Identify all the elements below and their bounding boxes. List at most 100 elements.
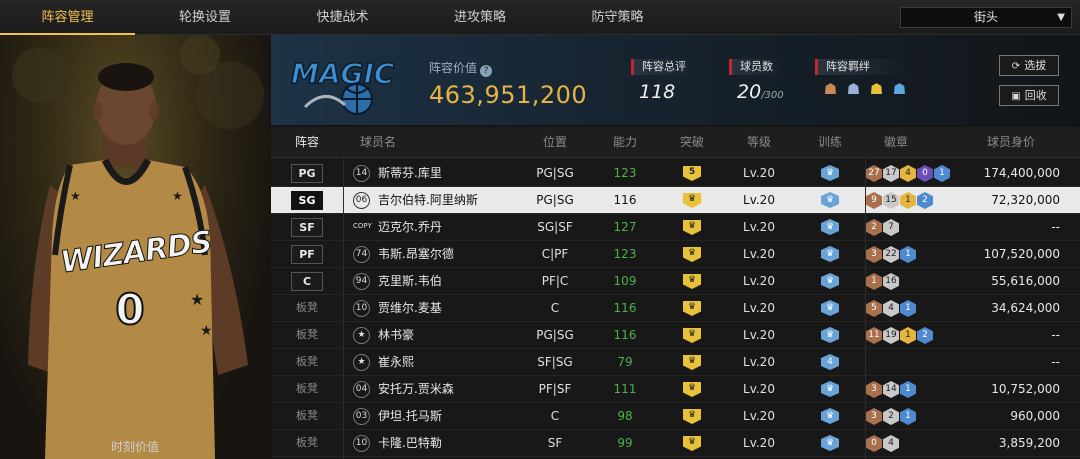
badge-list[interactable]: 1 16	[866, 273, 899, 290]
training-icon[interactable]: ♛	[821, 408, 839, 424]
recycle-button[interactable]: ▣ 回收	[999, 85, 1059, 106]
player-value: 960,000	[1010, 409, 1060, 423]
lineup-slot[interactable]: 板凳	[291, 380, 323, 399]
player-value: --	[1051, 328, 1060, 342]
player-row[interactable]: 板凳 03 伊坦.托马斯 C 98 ♛ Lv.20 ♛ 3 2 1 960,000	[271, 403, 1080, 430]
training-icon[interactable]: ♛	[821, 381, 839, 397]
training-icon[interactable]: ♛	[821, 165, 839, 181]
team-bond-icon[interactable]: ☗	[867, 80, 886, 99]
player-level: Lv.20	[743, 274, 775, 288]
training-icon[interactable]: ♛	[821, 246, 839, 262]
select-button[interactable]: ⟳ 选拔	[999, 55, 1059, 76]
team-bond-icon[interactable]: ☗	[890, 80, 909, 99]
player-name[interactable]: 吉尔伯特.阿里纳斯	[378, 187, 478, 214]
player-row[interactable]: 板凳 10 卡隆.巴特勒 SF 99 ♛ Lv.20 ♛ 0 4 3,859,200	[271, 430, 1080, 457]
player-row[interactable]: PG 14 斯蒂芬.库里 PG|SG 123 5 Lv.20 ♛ 27 17 4 0 1 174,400,…	[271, 160, 1080, 187]
badge-list[interactable]: 27 17 4 0 1	[866, 165, 950, 182]
badge-gold: 4	[900, 165, 916, 182]
player-row[interactable]: 板凳 10 贾维尔.麦基 C 116 ♛ Lv.20 ♛ 5 4 1 34,624,000	[271, 295, 1080, 322]
training-icon[interactable]: ♛	[821, 300, 839, 316]
player-row[interactable]: C 94 克里斯.韦伯 PF|C 109 ♛ Lv.20 ♛ 1 16 55,616,000	[271, 268, 1080, 295]
mode-dropdown[interactable]: 街头 ▼	[900, 7, 1072, 28]
badge-list[interactable]: 3 14 1	[866, 381, 916, 398]
badge-list[interactable]: 3 22 1	[866, 246, 916, 263]
lineup-slot[interactable]: PF	[291, 245, 323, 264]
player-level: Lv.20	[743, 193, 775, 207]
bond-icons: ☗ ☗ ☗ ☗	[821, 80, 909, 99]
training-icon[interactable]: ♛	[821, 273, 839, 289]
training-icon[interactable]: ♛	[821, 435, 839, 451]
player-name[interactable]: 伊坦.托马斯	[378, 403, 442, 430]
player-count-value: 20/300	[737, 81, 784, 103]
badge-list[interactable]: 541	[866, 300, 916, 317]
player-row[interactable]: PF 74 韦斯.昂塞尔德 C|PF 123 ♛ Lv.20 ♛ 3 22 1 107,520,000	[271, 241, 1080, 268]
lineup-slot[interactable]: PG	[291, 164, 323, 183]
tab-quick-tactics[interactable]: 快捷战术	[275, 0, 410, 35]
player-name[interactable]: 崔永熙	[378, 349, 414, 376]
player-name[interactable]: 安托万.贾米森	[378, 376, 454, 403]
badge-list[interactable]: 9 15 1 2	[866, 192, 933, 209]
lineup-slot[interactable]: 板凳	[291, 326, 323, 345]
col-header-position[interactable]: 位置	[525, 127, 585, 158]
player-ability: 123	[613, 166, 637, 180]
badge-silver: 4	[883, 300, 899, 317]
team-bond-icon[interactable]: ☗	[821, 80, 840, 99]
badge-list[interactable]: 04	[866, 435, 899, 452]
player-value: 3,859,200	[998, 436, 1060, 450]
col-header-training[interactable]: 训练	[801, 127, 859, 158]
player-position: PF|SF	[538, 382, 572, 396]
lineup-value-block: 阵容价值? 463,951,200	[429, 59, 587, 109]
player-name[interactable]: 克里斯.韦伯	[378, 268, 442, 295]
lineup-slot[interactable]: C	[291, 272, 323, 291]
col-header-breakthrough[interactable]: 突破	[662, 127, 722, 158]
training-icon[interactable]: ♛	[821, 219, 839, 235]
svg-text:★: ★	[200, 323, 213, 339]
crown-icon: ♛	[683, 409, 701, 424]
player-position: SG|SF	[537, 220, 573, 234]
player-portrait-panel[interactable]: ★ ★ ★ ★ WIZARDS 0 时刻价值	[0, 35, 270, 459]
player-row[interactable]: SF COPY 迈克尔.乔丹 SG|SF 127 ♛ Lv.20 ♛ 2 7 --	[271, 214, 1080, 241]
col-header-lineup[interactable]: 阵容	[271, 127, 343, 158]
player-position: PG|SG	[536, 328, 574, 342]
player-row[interactable]: 板凳 04 安托万.贾米森 PF|SF 111 ♛ Lv.20 ♛ 3 14 1 10,752,000	[271, 376, 1080, 403]
player-row[interactable]: 板凳 ★ 崔永熙 SF|SG 79 ♛ Lv.20 4 --	[271, 349, 1080, 376]
player-name[interactable]: 迈克尔.乔丹	[378, 214, 442, 241]
player-name[interactable]: 斯蒂芬.库里	[378, 160, 442, 187]
col-header-value[interactable]: 球员身价	[961, 127, 1061, 158]
badge-silver: 15	[883, 192, 899, 209]
player-value: 34,624,000	[991, 301, 1060, 315]
player-name[interactable]: 林书豪	[378, 322, 414, 349]
col-header-ability[interactable]: 能力	[595, 127, 655, 158]
col-header-name[interactable]: 球员名	[343, 127, 413, 158]
lineup-slot[interactable]: 板凳	[291, 434, 323, 453]
player-position: C|PF	[541, 247, 569, 261]
lineup-slot[interactable]: SG	[291, 191, 323, 210]
crown-icon: ♛	[683, 220, 701, 235]
jersey-number: 10	[353, 435, 370, 452]
tab-offense-strategy[interactable]: 进攻策略	[410, 0, 550, 35]
player-name[interactable]: 韦斯.昂塞尔德	[378, 241, 454, 268]
tab-lineup-management[interactable]: 阵容管理	[0, 0, 135, 35]
col-header-badges[interactable]: 徽章	[866, 127, 926, 158]
player-row[interactable]: SG 06 吉尔伯特.阿里纳斯 PG|SG 116 ♛ Lv.20 ♛ 9 15 1 2 72,320,…	[271, 187, 1080, 214]
lineup-slot[interactable]: 板凳	[291, 299, 323, 318]
lineup-slot[interactable]: 板凳	[291, 407, 323, 426]
lineup-slot[interactable]: 板凳	[291, 353, 323, 372]
lineup-bond-label: 阵容羁绊	[815, 59, 909, 75]
badge-list[interactable]: 321	[866, 408, 916, 425]
lineup-slot[interactable]: SF	[291, 218, 323, 237]
chevron-down-icon: ▼	[1057, 12, 1065, 23]
team-bond-icon[interactable]: ☗	[844, 80, 863, 99]
tab-defense-strategy[interactable]: 防守策略	[550, 0, 685, 35]
help-icon[interactable]: ?	[480, 65, 493, 77]
col-header-level[interactable]: 等级	[729, 127, 789, 158]
player-row[interactable]: 板凳 ★ 林书豪 PG|SG 116 ♛ Lv.20 ♛ 11 19 1 2 --	[271, 322, 1080, 349]
player-name[interactable]: 贾维尔.麦基	[378, 295, 442, 322]
training-icon[interactable]: 4	[821, 354, 839, 370]
training-icon[interactable]: ♛	[821, 327, 839, 343]
player-name[interactable]: 卡隆.巴特勒	[378, 430, 442, 457]
training-icon[interactable]: ♛	[821, 192, 839, 208]
tab-rotation-settings[interactable]: 轮换设置	[135, 0, 275, 35]
badge-list[interactable]: 11 19 1 2	[866, 327, 933, 344]
badge-list[interactable]: 27	[866, 219, 899, 236]
